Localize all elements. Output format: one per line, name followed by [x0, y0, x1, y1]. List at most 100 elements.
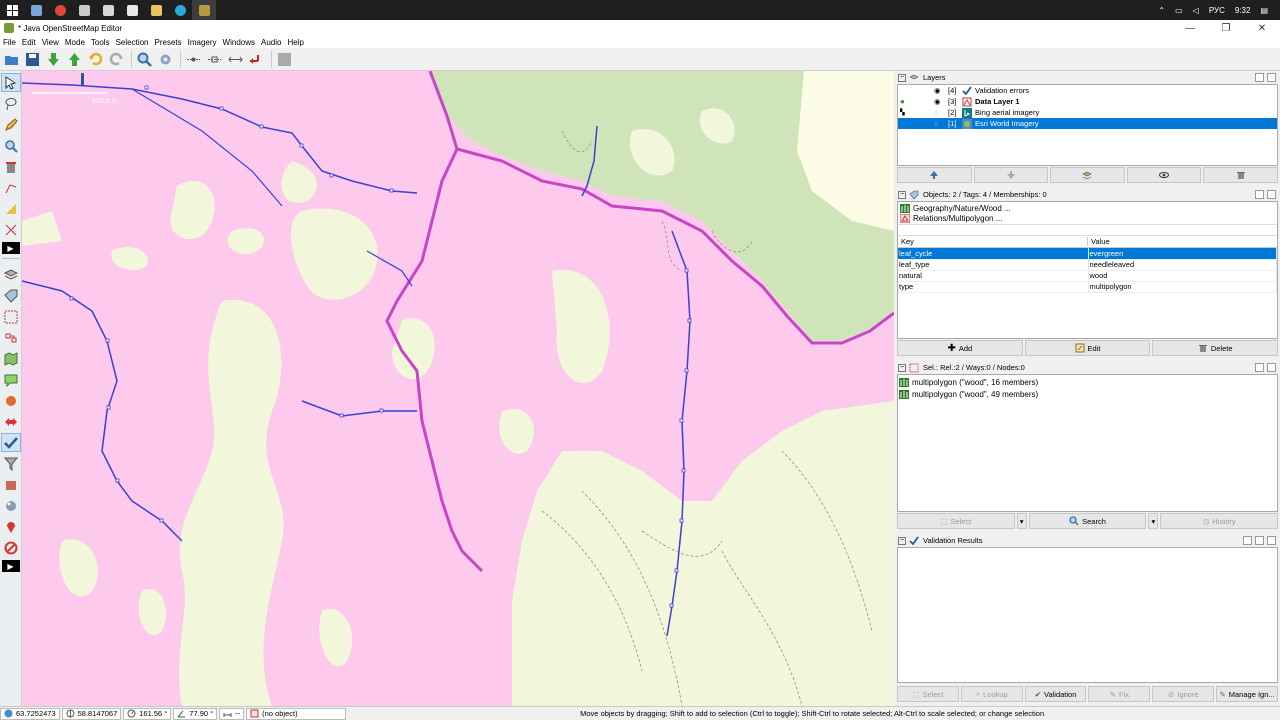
tag-row[interactable]: leaf_type needleleaved — [898, 259, 1277, 271]
open-file-button[interactable] — [2, 50, 21, 69]
tag-key[interactable]: natural — [898, 270, 1089, 282]
taskbar-telegram-icon[interactable] — [168, 0, 192, 20]
edit-tag-button[interactable]: Edit — [1024, 340, 1151, 356]
selection-item[interactable]: multipolygon ("wood", 49 members) — [898, 388, 1277, 400]
tag-row[interactable]: natural wood — [898, 270, 1277, 282]
history-button[interactable]: ◷ History — [1160, 513, 1279, 529]
toggle-relations-button[interactable] — [1, 328, 21, 347]
selection-item[interactable]: multipolygon ("wood", 16 members) — [898, 376, 1277, 388]
menu-tools[interactable]: Tools — [91, 38, 110, 47]
dialog-close-button[interactable] — [1267, 190, 1276, 199]
map-view[interactable]: 500.0 m — [22, 71, 894, 706]
toggle-stop-button[interactable] — [1, 538, 21, 557]
tag-value[interactable]: needleleaved — [1088, 259, 1277, 271]
validation-select-button[interactable]: ⬚ Select — [897, 686, 959, 702]
split-way-button[interactable] — [184, 50, 203, 69]
taskbar-chrome-icon[interactable] — [48, 0, 72, 20]
ignore-button[interactable]: ⊘ Ignore — [1152, 686, 1215, 702]
visibility-toggle-off[interactable]: ○ — [934, 108, 946, 117]
upload-button[interactable] — [65, 50, 84, 69]
toggle-tags-button[interactable] — [1, 286, 21, 305]
zoom-button[interactable] — [135, 50, 154, 69]
taskbar-josm-icon[interactable] — [192, 0, 216, 20]
lookup-button[interactable]: ⌕ Lookup — [960, 686, 1023, 702]
preferences-button[interactable] — [156, 50, 175, 69]
layer-row-bing[interactable]: ▚ ○ [2] Bing aerial imagery — [898, 107, 1277, 118]
toggle-validation-button[interactable] — [0, 433, 21, 452]
dialog-detach-button[interactable] — [1255, 363, 1264, 372]
align-button[interactable] — [247, 50, 266, 69]
visibility-eye-icon[interactable]: ◉ — [934, 86, 946, 95]
lasso-mode-button[interactable] — [1, 94, 21, 113]
reverse-way-button[interactable] — [226, 50, 245, 69]
select-dropdown[interactable]: ▾ — [1016, 513, 1027, 529]
tag-value[interactable]: evergreen — [1088, 248, 1277, 260]
toggle-layers-button[interactable] — [1, 265, 21, 284]
tag-row[interactable]: type multipolygon — [898, 281, 1277, 293]
value-column-header[interactable]: Value — [1088, 237, 1110, 246]
visibility-toggle-off[interactable]: ○ — [934, 119, 946, 128]
close-button[interactable]: ✕ — [1244, 20, 1280, 36]
dialog-detach-button[interactable] — [1255, 536, 1264, 545]
search-button[interactable]: Search — [1028, 513, 1147, 529]
toggle-conflict-button[interactable] — [1, 391, 21, 410]
clock[interactable]: 9:32 — [1235, 6, 1251, 15]
fix-button[interactable]: ✎ Fix — [1088, 686, 1151, 702]
taskbar-app-icon[interactable] — [72, 0, 96, 20]
map-canvas[interactable] — [22, 71, 894, 706]
menu-edit[interactable]: Edit — [22, 38, 36, 47]
zoom-mode-button[interactable] — [1, 136, 21, 155]
collapse-toggle[interactable]: − — [898, 73, 906, 82]
dialog-detach-button[interactable] — [1255, 73, 1264, 82]
preset-wood[interactable]: Geography/Nature/Wood ... — [900, 203, 1275, 213]
toggle-filter-button[interactable] — [1, 454, 21, 473]
toggle-styles-button[interactable] — [1, 496, 21, 515]
toggle-notes-button[interactable] — [1, 370, 21, 389]
toggle-changesets-button[interactable] — [1, 412, 21, 431]
toggle-geoimage-button[interactable] — [1, 517, 21, 536]
toggle-visibility-button[interactable] — [1126, 167, 1202, 183]
menu-audio[interactable]: Audio — [261, 38, 281, 47]
tag-value[interactable]: multipolygon — [1088, 281, 1277, 293]
menu-file[interactable]: File — [3, 38, 16, 47]
disabled-tool-button[interactable] — [275, 50, 294, 69]
manage-ignore-button[interactable]: ✎ Manage Ign... — [1216, 686, 1278, 702]
toggle-author-button[interactable] — [1, 475, 21, 494]
notifications-icon[interactable]: ▤ — [1260, 6, 1268, 15]
key-column-header[interactable]: Key — [898, 237, 1088, 246]
menu-selection[interactable]: Selection — [116, 38, 149, 47]
parallel-mode-button[interactable] — [1, 178, 21, 197]
taskbar-app-explorer-icon[interactable] — [24, 0, 48, 20]
tag-row[interactable]: leaf_cycle evergreen — [898, 248, 1277, 260]
menu-view[interactable]: View — [42, 38, 59, 47]
preset-multipolygon[interactable]: Relations/Multipolygon ... — [900, 213, 1275, 223]
minimize-button[interactable]: — — [1172, 20, 1208, 36]
collapse-toggle[interactable]: − — [898, 363, 906, 372]
start-button[interactable] — [0, 0, 24, 20]
tag-key[interactable]: leaf_cycle — [898, 248, 1089, 260]
tag-key[interactable]: type — [898, 281, 1089, 293]
select-mode-button[interactable] — [0, 73, 21, 92]
move-layer-down-button[interactable] — [973, 167, 1049, 183]
select-button[interactable]: ⬚ Select — [897, 513, 1015, 529]
validation-button[interactable]: ✔ Validation — [1024, 686, 1087, 702]
taskbar-app-icon-3[interactable] — [120, 0, 144, 20]
search-dropdown[interactable]: ▾ — [1148, 513, 1159, 529]
tag-key[interactable]: leaf_type — [898, 259, 1089, 271]
menu-imagery[interactable]: Imagery — [188, 38, 217, 47]
move-layer-up-button[interactable] — [897, 167, 972, 183]
menu-mode[interactable]: Mode — [65, 38, 85, 47]
expand-dialogs-button[interactable]: ▶ — [1, 560, 20, 572]
volume-icon[interactable]: ◁ — [1193, 6, 1199, 15]
delete-tag-button[interactable]: Delete — [1152, 340, 1279, 356]
layer-row-data[interactable]: ● ◉ [3] Data Layer 1 — [898, 96, 1277, 107]
delete-layer-button[interactable] — [1203, 167, 1278, 183]
toggle-selection-button[interactable] — [1, 307, 21, 326]
visibility-eye-icon[interactable]: ◉ — [934, 97, 946, 106]
dialog-close-button[interactable] — [1267, 73, 1276, 82]
add-tag-button[interactable]: ✚ Add — [897, 340, 1023, 356]
menu-help[interactable]: Help — [287, 38, 303, 47]
dialog-detach-button[interactable] — [1255, 190, 1264, 199]
tag-value[interactable]: wood — [1088, 270, 1277, 282]
tray-chevron-icon[interactable]: ⌃ — [1158, 6, 1165, 15]
